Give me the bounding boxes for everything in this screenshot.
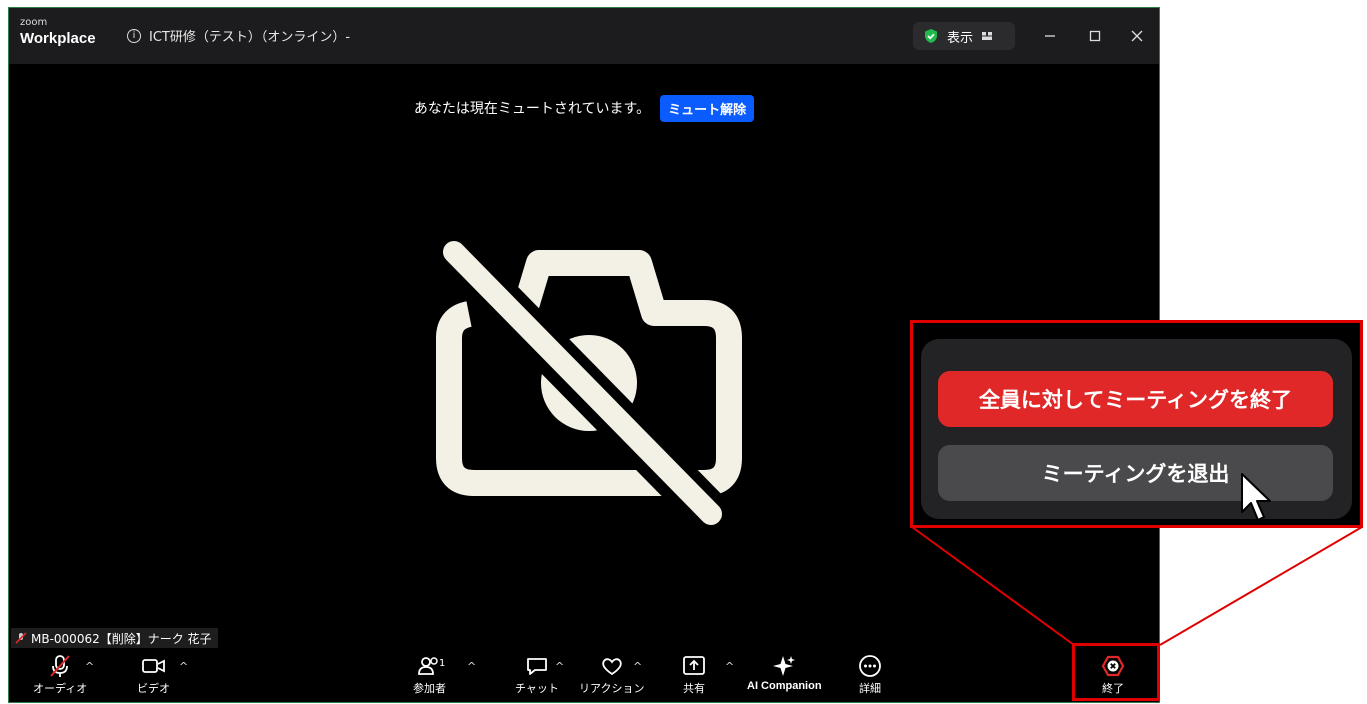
participants-label: 参加者	[413, 682, 446, 695]
share-screen-icon	[683, 656, 705, 675]
chat-bubble-icon	[527, 658, 547, 675]
logo-large-text: Workplace	[20, 30, 96, 47]
end-meeting-for-all-button[interactable]: 全員に対してミーティングを終了	[938, 371, 1333, 427]
unmute-button[interactable]: ミュート解除	[660, 94, 755, 122]
reactions-label: リアクション	[579, 682, 645, 695]
sparkle-icon	[773, 656, 796, 676]
meeting-toolbar: オーディオ ^ ビデオ ^ 参加者 1 ^ チャット ^ リアクション ^ 共有…	[9, 648, 1159, 702]
participants-count: 1	[439, 658, 446, 669]
maximize-button[interactable]	[1080, 22, 1110, 50]
camera-off-icon	[429, 238, 742, 538]
close-button[interactable]	[1122, 22, 1152, 50]
zoom-workplace-logo: zoom Workplace	[20, 17, 96, 47]
view-button[interactable]: 表示	[913, 22, 1015, 50]
shield-check-icon	[925, 29, 937, 43]
audio-label: オーディオ	[33, 682, 88, 695]
share-options-caret[interactable]: ^	[725, 660, 734, 673]
audio-options-caret[interactable]: ^	[85, 660, 94, 673]
chat-label: チャット	[515, 682, 559, 695]
view-label: 表示	[947, 30, 974, 46]
muted-message: あなたは現在ミュートされています。	[413, 101, 651, 117]
ai-companion-label: AI Companion	[747, 680, 822, 692]
share-label: 共有	[683, 682, 705, 695]
share-button[interactable]: 共有	[681, 654, 707, 696]
ai-companion-button[interactable]: AI Companion	[747, 654, 822, 692]
mute-banner: あなたは現在ミュートされています。 ミュート解除	[9, 94, 1159, 122]
video-options-caret[interactable]: ^	[179, 660, 188, 673]
heart-icon	[601, 658, 622, 676]
minimize-button[interactable]	[1035, 22, 1065, 50]
minimize-icon	[1045, 35, 1055, 37]
more-label: 詳細	[859, 682, 881, 695]
meeting-title-text: ICT研修（テスト）（オンライン）-	[149, 30, 351, 45]
more-button[interactable]: 詳細	[857, 654, 883, 696]
info-icon[interactable]: i	[127, 28, 141, 43]
meeting-title[interactable]: i ICT研修（テスト）（オンライン）-	[127, 26, 350, 45]
chat-button[interactable]: チャット	[515, 654, 559, 696]
grid-view-icon	[982, 32, 993, 40]
more-dots-icon	[859, 655, 881, 677]
video-camera-icon	[141, 659, 165, 673]
muted-mic-icon	[15, 632, 27, 644]
microphone-muted-icon	[50, 655, 70, 677]
mouse-cursor-icon	[1241, 473, 1271, 521]
video-button[interactable]: ビデオ	[137, 654, 170, 696]
participants-options-caret[interactable]: ^	[467, 660, 476, 673]
logo-small-text: zoom	[20, 17, 48, 28]
end-menu-callout: 全員に対してミーティングを終了 ミーティングを退出	[910, 320, 1363, 528]
audio-button[interactable]: オーディオ	[33, 654, 87, 696]
participant-name: MB-000062【削除】ナーク 花子	[31, 631, 212, 646]
video-label: ビデオ	[137, 682, 170, 695]
end-button-highlight	[1072, 643, 1160, 701]
maximize-icon	[1089, 30, 1101, 42]
title-bar: zoom Workplace i ICT研修（テスト）（オンライン）- 表示	[9, 8, 1159, 64]
close-icon	[1131, 30, 1143, 42]
reactions-options-caret[interactable]: ^	[633, 660, 642, 673]
participant-name-tag: MB-000062【削除】ナーク 花子	[11, 628, 218, 648]
chat-options-caret[interactable]: ^	[555, 660, 564, 673]
